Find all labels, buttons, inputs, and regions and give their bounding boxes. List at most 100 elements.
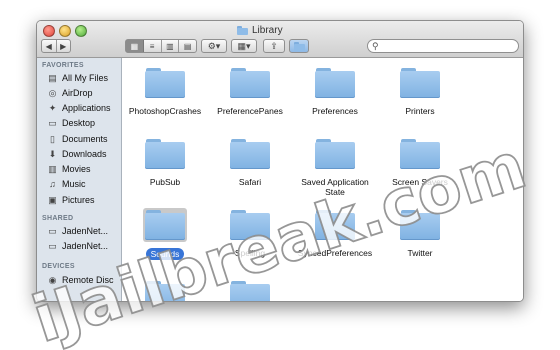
folder-label: SyncedPreferences xyxy=(297,248,373,258)
folder-icon xyxy=(315,210,355,240)
computer-icon: ▭ xyxy=(48,240,57,251)
folder-icon xyxy=(400,68,440,98)
folder-icon xyxy=(145,68,185,98)
sidebar-item-label: Desktop xyxy=(62,118,96,128)
list-view-icon[interactable]: ≡ xyxy=(144,40,162,52)
sidebar-item-downloads[interactable]: ⬇ Downloads xyxy=(47,147,107,161)
folder-label: Sounds xyxy=(145,248,185,260)
folder-icon xyxy=(237,25,248,35)
folder-icon xyxy=(230,210,270,240)
favorites-header: FAVORITES xyxy=(42,62,84,69)
applications-icon: ✦ xyxy=(48,102,57,113)
folder-label: Saved Application State xyxy=(301,177,369,197)
folder-icon xyxy=(230,68,270,98)
window-controls xyxy=(43,25,87,37)
forward-button[interactable]: ▶ xyxy=(57,40,71,52)
arrange-menu-button[interactable]: ▦▾ xyxy=(231,39,257,53)
desktop-icon: ▭ xyxy=(48,117,57,128)
folder-label: PreferencePanes xyxy=(217,106,283,116)
folder-label: Spelling xyxy=(234,248,266,258)
sidebar-item-label: Music xyxy=(62,179,86,189)
folder-icon xyxy=(315,139,355,169)
sidebar-item-remote-disc[interactable]: ◉ Remote Disc xyxy=(47,273,114,287)
back-button[interactable]: ◀ xyxy=(42,40,57,52)
arrange-icon: ▦▾ xyxy=(237,40,251,51)
back-forward-control: ◀ ▶ xyxy=(41,39,71,53)
folder-item[interactable]: Safari xyxy=(207,137,293,187)
sidebar-item-label: AirDrop xyxy=(62,88,93,98)
folder-icon xyxy=(145,210,185,240)
folder-icon xyxy=(230,281,270,301)
zoom-button[interactable] xyxy=(75,25,87,37)
column-view-icon[interactable]: ▥ xyxy=(162,40,180,52)
sidebar-item-label: Movies xyxy=(62,164,91,174)
folder-item[interactable] xyxy=(207,279,293,301)
airdrop-toolbar-button[interactable] xyxy=(289,39,309,53)
folder-item[interactable]: Screen Savers xyxy=(377,137,463,187)
folder-item[interactable]: Printers xyxy=(377,66,463,116)
sidebar-item-label: Pictures xyxy=(62,195,95,205)
sidebar-item-shared-computer[interactable]: ▭ JadenNet... xyxy=(47,239,108,253)
sidebar-item-shared-computer[interactable]: ▭ JadenNet... xyxy=(47,224,108,238)
sidebar-item-desktop[interactable]: ▭ Desktop xyxy=(47,116,95,130)
title-bar[interactable]: Library ◀ ▶ ▦ ≡ ▥ ▤ ⚙▾ ▦▾ ⇪ ⚲ xyxy=(37,21,523,58)
share-button[interactable]: ⇪ xyxy=(263,39,285,53)
folder-label: Screen Savers xyxy=(392,177,448,187)
coverflow-view-icon[interactable]: ▤ xyxy=(179,40,196,52)
minimize-button[interactable] xyxy=(59,25,71,37)
movies-icon: ▥ xyxy=(48,163,57,174)
folder-item[interactable]: Spelling xyxy=(207,208,293,258)
sidebar-item-airdrop[interactable]: ◎ AirDrop xyxy=(47,86,93,100)
sidebar-item-label: JadenNet... xyxy=(62,241,109,251)
folder-item[interactable]: Saved Application State xyxy=(292,137,378,197)
computer-icon: ▭ xyxy=(48,225,57,236)
sidebar-item-label: Applications xyxy=(62,103,111,113)
sidebar-item-all-my-files[interactable]: ▤ All My Files xyxy=(47,71,108,85)
action-menu-button[interactable]: ⚙▾ xyxy=(201,39,227,53)
folder-icon xyxy=(400,139,440,169)
folder-label: Preferences xyxy=(312,106,358,116)
close-button[interactable] xyxy=(43,25,55,37)
folder-item[interactable]: PreferencePanes xyxy=(207,66,293,116)
sidebar-item-pictures[interactable]: ▣ Pictures xyxy=(47,193,95,207)
folder-label: PubSub xyxy=(149,177,181,187)
search-field[interactable]: ⚲ xyxy=(367,39,519,53)
folder-label: Printers xyxy=(405,106,435,116)
folder-item[interactable]: Twitter xyxy=(377,208,463,258)
sidebar-item-label: JadenNet... xyxy=(62,226,109,236)
window-title-text: Library xyxy=(252,24,283,36)
music-icon: ♫ xyxy=(49,179,56,189)
sidebar-item-label: Remote Disc xyxy=(62,275,114,285)
folder-label: PhotoshopCrashes xyxy=(128,106,202,116)
window-title: Library xyxy=(237,24,283,36)
pictures-icon: ▣ xyxy=(48,194,57,205)
folder-item[interactable]: SyncedPreferences xyxy=(292,208,378,258)
folder-item[interactable] xyxy=(122,279,208,301)
downloads-icon: ⬇ xyxy=(48,148,57,159)
sidebar-item-label: Documents xyxy=(62,134,108,144)
sidebar: FAVORITES ▤ All My Files ◎ AirDrop ✦ App… xyxy=(37,58,122,301)
sidebar-item-movies[interactable]: ▥ Movies xyxy=(47,162,91,176)
file-browser: PhotoshopCrashes PreferencePanes Prefere… xyxy=(122,58,523,301)
folder-icon xyxy=(293,41,305,51)
folder-item[interactable]: PhotoshopCrashes xyxy=(122,66,208,116)
devices-header: DEVICES xyxy=(42,263,75,270)
share-icon: ⇪ xyxy=(270,40,278,51)
folder-item[interactable]: Preferences xyxy=(292,66,378,116)
sidebar-item-applications[interactable]: ✦ Applications xyxy=(47,101,111,115)
search-icon: ⚲ xyxy=(372,41,379,51)
sidebar-item-music[interactable]: ♫ Music xyxy=(47,177,86,191)
sidebar-item-label: Downloads xyxy=(62,149,107,159)
folder-item-selected[interactable]: Sounds xyxy=(122,208,208,260)
folder-item[interactable]: PubSub xyxy=(122,137,208,187)
sidebar-item-documents[interactable]: ▯ Documents xyxy=(47,132,108,146)
finder-window: Library ◀ ▶ ▦ ≡ ▥ ▤ ⚙▾ ▦▾ ⇪ ⚲ FAVORITES xyxy=(36,20,524,302)
folder-icon xyxy=(400,210,440,240)
folder-icon xyxy=(145,139,185,169)
icon-view-icon[interactable]: ▦ xyxy=(126,40,144,52)
folder-icon xyxy=(145,281,185,301)
view-mode-control: ▦ ≡ ▥ ▤ xyxy=(125,39,197,53)
all-files-icon: ▤ xyxy=(48,72,57,83)
disc-icon: ◉ xyxy=(48,274,57,285)
sidebar-item-label: All My Files xyxy=(62,73,109,83)
